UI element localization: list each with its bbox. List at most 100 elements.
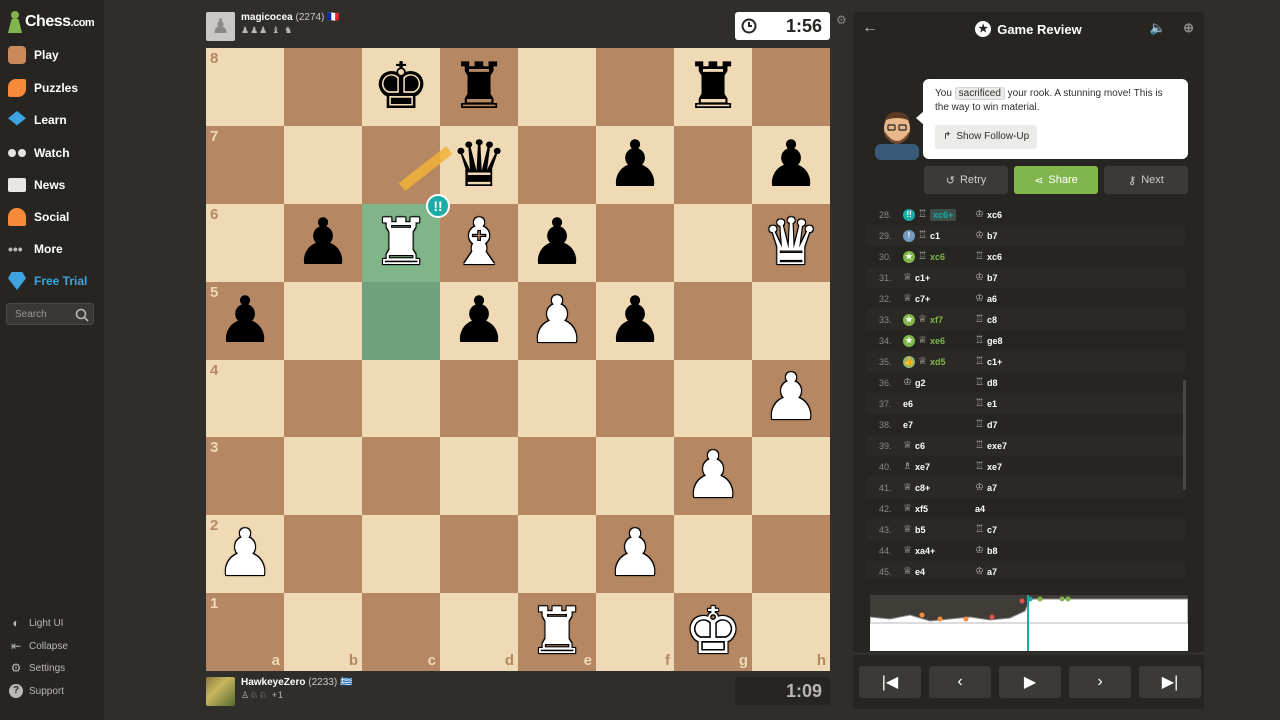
sidebar-item-play[interactable]: Play [8, 43, 59, 67]
square-a3[interactable]: 3 [206, 437, 284, 516]
sidebar-item-news[interactable]: News [8, 173, 65, 197]
black-pawn[interactable]: ♟ [762, 133, 819, 197]
white-pawn[interactable]: ♟ [762, 366, 819, 430]
white-move[interactable]: ★ ♕ xf7 [903, 313, 975, 326]
white-move[interactable]: ♕ c1+ [903, 272, 975, 283]
square-g3[interactable]: ♟ [674, 437, 752, 516]
sidebar-item-more[interactable]: ••• More [8, 237, 63, 261]
square-e5[interactable]: ♟ [518, 281, 596, 360]
sound-icon[interactable]: 🔈 [1150, 20, 1166, 36]
black-move[interactable]: ♖ c7 [975, 524, 1075, 535]
black-pawn[interactable]: ♟ [450, 289, 507, 353]
move-list-scrollbar[interactable] [1183, 380, 1186, 490]
board-settings-gear-icon[interactable]: ⚙ [836, 13, 847, 27]
black-move[interactable]: ♔ a6 [975, 293, 1075, 304]
square-a7[interactable]: 7 [206, 125, 284, 204]
square-e3[interactable] [518, 437, 596, 516]
square-d2[interactable] [440, 515, 518, 594]
previous-move-button[interactable]: ‹ [929, 666, 991, 698]
sidebar-item-puzzles[interactable]: Puzzles [8, 76, 78, 100]
square-b8[interactable] [284, 48, 362, 126]
black-queen[interactable]: ♛ [450, 133, 507, 197]
top-player-name[interactable]: magicocea [241, 12, 293, 23]
square-f1[interactable]: f [596, 593, 674, 671]
back-arrow-icon[interactable]: ← [862, 19, 878, 37]
square-b6[interactable]: ♟ [284, 203, 362, 282]
white-move[interactable]: ♔ g2 [903, 377, 975, 388]
square-b1[interactable]: b [284, 593, 362, 671]
square-d7[interactable]: ♛ [440, 125, 518, 204]
black-rook[interactable]: ♜ [450, 55, 507, 119]
coach-keyword[interactable]: sacrificed [954, 87, 1005, 100]
sidebar-item-social[interactable]: Social [8, 205, 69, 229]
square-d4[interactable] [440, 359, 518, 438]
square-c3[interactable] [362, 437, 440, 516]
square-c6[interactable]: ♜!! [362, 193, 450, 282]
sidebar-item-free-trial[interactable]: Free Trial [8, 269, 87, 293]
retry-button[interactable]: ↺ Retry [924, 166, 1008, 194]
square-g8[interactable]: ♜ [674, 48, 752, 126]
black-move[interactable]: ♔ b7 [975, 230, 1075, 241]
black-king[interactable]: ♚ [372, 55, 429, 119]
white-pawn[interactable]: ♟ [528, 289, 585, 353]
white-move[interactable]: ! ♖ c1 [903, 229, 975, 242]
square-h2[interactable] [752, 515, 830, 594]
black-move[interactable]: ♖ c8 [975, 314, 1075, 325]
white-move[interactable]: e6 [903, 399, 975, 409]
square-a5[interactable]: 5 ♟ [206, 281, 284, 360]
white-king[interactable]: ♚ [684, 600, 741, 664]
square-g5[interactable] [674, 281, 752, 360]
square-h5[interactable] [752, 281, 830, 360]
square-a4[interactable]: 4 [206, 359, 284, 438]
black-rook[interactable]: ♜ [684, 55, 741, 119]
square-e8[interactable] [518, 48, 596, 126]
black-move[interactable]: ♖ xe7 [975, 461, 1075, 472]
square-e1[interactable]: e ♜ [518, 593, 596, 671]
square-c5[interactable] [362, 281, 440, 360]
square-f5[interactable]: ♟ [596, 281, 674, 360]
move-list[interactable]: 28.!! ♖ xc6+ ♔ xc6 29.! ♖ c1 ♔ b7 30. ★ ♖ xc6 ♖ xc6 31. ♕… [867, 204, 1185, 578]
black-move[interactable]: a4 [975, 504, 1075, 514]
white-pawn[interactable]: ♟ [216, 522, 273, 586]
square-g7[interactable] [674, 125, 752, 204]
square-a8[interactable]: 8 [206, 48, 284, 126]
square-h7[interactable]: ♟ [752, 125, 830, 204]
black-move[interactable]: ♔ b7 [975, 272, 1075, 283]
white-move[interactable]: ★ ♕ xe6 [903, 334, 975, 347]
square-f7[interactable]: ♟ [596, 125, 674, 204]
white-pawn[interactable]: ♟ [684, 444, 741, 508]
square-c4[interactable] [362, 359, 440, 438]
next-button[interactable]: ⚷ Next [1104, 166, 1188, 194]
white-queen[interactable]: ♛ [762, 211, 819, 275]
top-player-avatar[interactable]: ♟ [206, 12, 235, 41]
sidebar-item-learn[interactable]: Learn [8, 108, 67, 132]
square-b5[interactable] [284, 281, 362, 360]
black-pawn[interactable]: ♟ [216, 289, 273, 353]
square-b7[interactable] [284, 125, 362, 204]
square-a1[interactable]: 1a [206, 593, 284, 671]
white-bishop[interactable]: ♝ [450, 211, 507, 275]
white-move[interactable]: ♕ c6 [903, 440, 975, 451]
chess-com-logo[interactable]: Chess.com [8, 10, 95, 34]
support-link[interactable]: ? Support [9, 684, 64, 698]
square-g1[interactable]: g ♚ [674, 593, 752, 671]
white-move[interactable]: ♕ b5 [903, 524, 975, 535]
search-icon[interactable] [75, 308, 89, 322]
light-ui-toggle[interactable]: ◐ Light UI [9, 616, 63, 630]
square-b3[interactable] [284, 437, 362, 516]
square-d6[interactable]: ♝ [440, 203, 518, 282]
square-c1[interactable]: c [362, 593, 440, 671]
white-move[interactable]: e7 [903, 420, 975, 430]
square-a2[interactable]: 2 ♟ [206, 515, 284, 594]
bottom-player-avatar[interactable] [206, 677, 235, 706]
black-pawn[interactable]: ♟ [606, 289, 663, 353]
chess-board[interactable]: 8 ♚ ♜ ♜ 7 ♛ ♟ ♟ 6 ♟ ♜!! ♝ ♟ ♛ 5 ♟ ♟ ♟ ♟ 4 ♟ 3 ♟ 2 ♟ ♟ 1 a b c d e ♜ f g ♚ h [206, 48, 830, 671]
last-move-button[interactable]: ▶| [1139, 666, 1201, 698]
square-c2[interactable] [362, 515, 440, 594]
first-move-button[interactable]: |◀ [859, 666, 921, 698]
black-move[interactable]: ♖ e1 [975, 398, 1075, 409]
square-h3[interactable] [752, 437, 830, 516]
black-move[interactable]: ♔ b8 [975, 545, 1075, 556]
square-d8[interactable]: ♜ [440, 48, 518, 126]
square-b4[interactable] [284, 359, 362, 438]
